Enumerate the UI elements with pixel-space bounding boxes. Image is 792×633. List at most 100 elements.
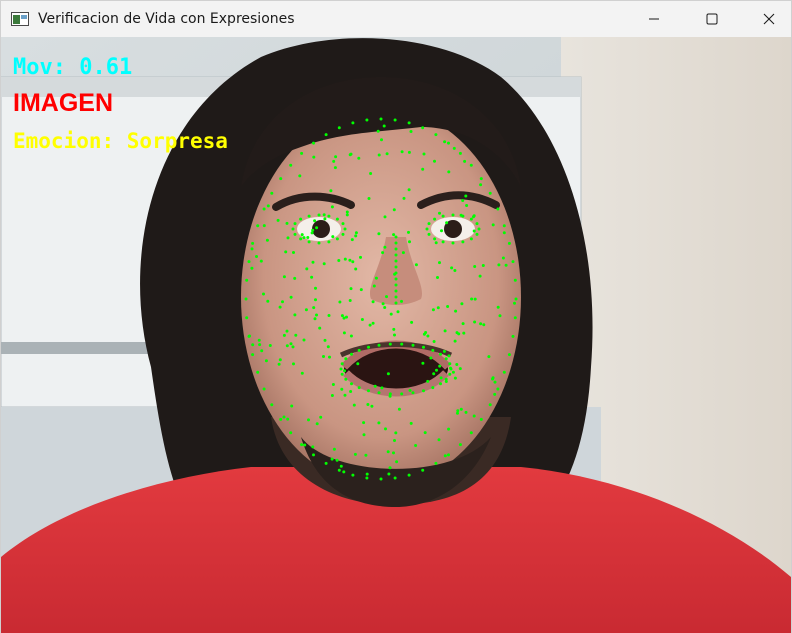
landmark-dot	[421, 361, 425, 365]
landmark-dot	[461, 214, 465, 218]
landmark-dot	[357, 386, 361, 390]
landmark-dot	[343, 393, 347, 397]
landmark-dot	[319, 415, 323, 419]
landmark-dot	[304, 308, 308, 312]
landmark-dot	[491, 223, 495, 227]
landmark-dot	[362, 421, 366, 425]
landmark-dot	[458, 151, 462, 155]
landmark-dot	[392, 327, 396, 331]
landmark-dot	[282, 415, 286, 419]
landmark-dot	[340, 387, 344, 391]
landmark-dot	[353, 452, 357, 456]
landmark-dot	[447, 141, 450, 145]
landmark-dot	[278, 358, 282, 362]
landmark-dot	[436, 306, 440, 310]
landmark-dot	[367, 345, 370, 349]
landmark-dot	[384, 427, 387, 431]
landmark-dot	[502, 231, 506, 235]
landmark-dot	[496, 387, 500, 391]
landmark-dot	[393, 476, 397, 480]
landmark-dot	[305, 267, 309, 271]
landmark-dot	[340, 314, 344, 318]
landmark-dot	[351, 473, 355, 477]
landmark-dot	[465, 204, 469, 207]
landmark-dot	[444, 377, 448, 381]
landmark-dot	[256, 370, 260, 374]
landmark-dot	[427, 232, 431, 236]
landmark-dot	[434, 461, 438, 465]
landmark-dot	[493, 392, 497, 396]
title-bar[interactable]: Verificacion de Vida con Expresiones	[1, 1, 791, 37]
landmark-dot	[349, 390, 353, 393]
landmark-dot	[434, 241, 438, 245]
landmark-dot	[289, 342, 293, 346]
landmark-dot	[438, 261, 441, 265]
landmark-dot	[331, 383, 335, 386]
landmark-dot	[343, 369, 346, 373]
landmark-dot	[270, 191, 274, 195]
landmark-dot	[439, 382, 442, 386]
close-button[interactable]	[746, 1, 792, 37]
landmark-dot	[250, 266, 254, 270]
landmark-dot	[344, 377, 348, 381]
landmark-dot	[496, 207, 500, 211]
landmark-dot	[400, 342, 404, 346]
landmark-dot	[307, 418, 310, 422]
landmark-dot	[286, 417, 290, 421]
emotion-label: Emocion: Sorpresa	[13, 129, 228, 153]
landmark-dot	[502, 370, 506, 374]
landmark-dot	[260, 349, 264, 353]
landmark-dot	[439, 376, 443, 380]
landmark-dot	[426, 379, 430, 383]
landmark-dot	[356, 362, 360, 366]
landmark-dot	[251, 241, 255, 245]
landmark-dot	[496, 305, 500, 309]
landmark-dot	[251, 353, 255, 357]
landmark-dot	[289, 431, 293, 435]
landmark-dot	[341, 222, 345, 226]
landmark-dot	[327, 314, 331, 317]
landmark-dot	[409, 421, 413, 425]
landmark-dot	[426, 334, 430, 338]
landmark-dot	[394, 253, 398, 257]
landmark-dot	[278, 305, 282, 309]
landmark-dot	[285, 344, 289, 348]
landmark-dot	[289, 163, 293, 167]
landmark-dot	[451, 370, 455, 374]
landmark-dot	[377, 232, 381, 236]
minimize-button[interactable]	[631, 1, 677, 37]
landmark-dot	[393, 439, 396, 442]
landmark-dot	[262, 207, 266, 211]
landmark-dot	[429, 356, 433, 360]
landmark-dot	[338, 300, 342, 304]
landmark-dot	[454, 309, 458, 313]
landmark-dot	[458, 443, 462, 447]
landmark-dot	[302, 338, 306, 342]
landmark-dot	[245, 316, 249, 320]
landmark-dot	[342, 316, 346, 320]
landmark-dot	[331, 235, 335, 239]
app-window: Verificacion de Vida con Expresiones Mov…	[0, 0, 792, 633]
landmark-dot	[345, 213, 349, 217]
maximize-button[interactable]	[689, 1, 735, 37]
landmark-dot	[377, 343, 381, 347]
landmark-dot	[371, 321, 375, 325]
landmark-dot	[456, 411, 459, 415]
landmark-dot	[300, 151, 304, 155]
landmark-dot	[381, 302, 385, 306]
landmark-dot	[362, 433, 366, 437]
landmark-dot	[394, 265, 398, 269]
landmark-dot	[250, 247, 254, 251]
landmark-dot	[293, 232, 297, 236]
landmark-dot	[311, 260, 315, 264]
landmark-dot	[312, 155, 316, 159]
landmark-dot	[440, 229, 443, 233]
maximize-icon	[706, 13, 718, 25]
landmark-dot	[473, 297, 477, 301]
landmark-dot	[354, 231, 358, 235]
landmark-dot	[460, 302, 464, 306]
landmark-dot	[383, 215, 387, 219]
landmark-dot	[348, 299, 352, 302]
landmark-dot	[400, 392, 404, 396]
landmark-dot	[380, 386, 384, 390]
